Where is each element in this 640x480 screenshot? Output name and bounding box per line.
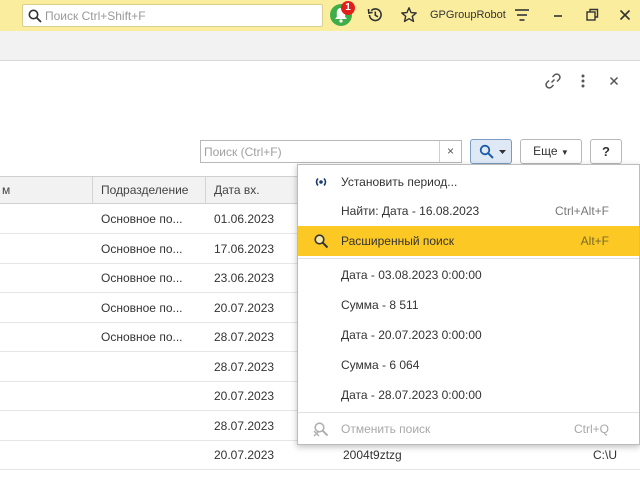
menu-item-history[interactable]: Дата - 03.08.2023 0:00:00: [298, 260, 639, 290]
list-search-input[interactable]: Поиск (Ctrl+F) ×: [200, 140, 462, 163]
cell-date: 01.06.2023: [214, 212, 275, 226]
clear-search-button[interactable]: ×: [439, 141, 461, 162]
cell-division: Основное по...: [101, 300, 183, 315]
history-icon[interactable]: [366, 6, 384, 24]
menu-item-cancel-search[interactable]: Отменить поиск Ctrl+Q: [298, 414, 639, 444]
menu-item-shortcut: Ctrl+Q: [573, 422, 609, 436]
column-header[interactable]: Дата вх.: [214, 183, 260, 197]
menu-item-find-date[interactable]: Найти: Дата - 16.08.2023 Ctrl+Alt+F: [298, 196, 639, 226]
close-form-icon[interactable]: [605, 72, 623, 90]
advanced-search-icon: [314, 234, 329, 249]
menu-item-label: Сумма - 8 511: [341, 298, 419, 312]
chevron-down-icon: ▼: [560, 148, 569, 157]
column-header[interactable]: м: [2, 183, 10, 197]
cancel-search-icon: [313, 422, 329, 437]
search-icon: [479, 144, 494, 159]
table-row[interactable]: 20.07.2023 2004t9ztzg C:\U: [0, 441, 640, 470]
cell-number: 2004t9ztzg: [343, 448, 402, 462]
global-search-input[interactable]: Поиск Ctrl+Shift+F: [22, 4, 323, 27]
more-vertical-icon[interactable]: [574, 72, 592, 90]
cell-division: Основное по...: [101, 271, 183, 285]
more-button[interactable]: Еще ▼: [520, 139, 582, 164]
cell-path: C:\U: [593, 448, 617, 462]
menu-item-set-period[interactable]: Установить период...: [298, 167, 639, 197]
table-row[interactable]: 28.07.20232007f3ab42C:\U: [0, 471, 640, 480]
menu-separator: [298, 412, 639, 413]
cell-date: 20.07.2023: [214, 448, 275, 462]
link-icon[interactable]: [544, 72, 562, 90]
cell-date: 28.07.2023: [214, 418, 275, 433]
column-header[interactable]: Подразделение: [101, 183, 188, 197]
menu-item-history[interactable]: Дата - 28.07.2023 0:00:00: [298, 380, 639, 410]
cell-date: 17.06.2023: [214, 241, 275, 256]
restore-icon[interactable]: [583, 6, 601, 24]
menu-item-label: Отменить поиск: [341, 422, 431, 436]
section-bar: [0, 31, 640, 61]
star-icon[interactable]: [400, 6, 418, 24]
chevron-down-icon: [499, 150, 506, 154]
cell-date: 20.07.2023: [214, 300, 275, 315]
list-search-placeholder: Поиск (Ctrl+F): [204, 145, 282, 159]
search-options-button[interactable]: [470, 139, 512, 164]
minimize-icon[interactable]: [549, 6, 567, 24]
more-button-label: Еще: [533, 144, 558, 158]
menu-item-shortcut: Alt+F: [580, 234, 609, 248]
user-name[interactable]: GPGroupRobot: [430, 9, 506, 21]
menu-item-history[interactable]: Дата - 20.07.2023 0:00:00: [298, 320, 639, 350]
notification-badge: 1: [341, 1, 355, 15]
global-search-placeholder: Поиск Ctrl+Shift+F: [45, 9, 146, 23]
menu-item-label: Дата - 03.08.2023 0:00:00: [341, 268, 482, 282]
menu-lines-icon[interactable]: [513, 6, 531, 24]
search-dropdown-menu: Установить период... Найти: Дата - 16.08…: [297, 164, 640, 445]
cell-date: 20.07.2023: [214, 389, 275, 403]
menu-item-label: Дата - 28.07.2023 0:00:00: [341, 388, 482, 402]
search-icon: [28, 9, 42, 23]
menu-item-advanced-search[interactable]: Расширенный поиск Alt+F: [298, 226, 639, 256]
broadcast-icon: [315, 177, 327, 187]
cell-division: Основное по...: [101, 241, 183, 256]
help-button[interactable]: ?: [590, 139, 622, 164]
notifications-button[interactable]: 1: [330, 1, 355, 26]
cell-division: Основное по...: [101, 330, 183, 344]
menu-item-history[interactable]: Сумма - 8 511: [298, 290, 639, 320]
cell-date: 28.07.2023: [214, 359, 275, 374]
top-bar: Поиск Ctrl+Shift+F 1 GPGroupRobot: [0, 0, 640, 31]
menu-item-label: Расширенный поиск: [341, 234, 454, 248]
menu-item-shortcut: Ctrl+Alt+F: [554, 204, 609, 218]
close-window-icon[interactable]: [616, 6, 634, 24]
menu-item-label: Дата - 20.07.2023 0:00:00: [341, 328, 482, 342]
menu-separator: [298, 258, 639, 259]
menu-item-label: Сумма - 6 064: [341, 358, 420, 372]
menu-item-history[interactable]: Сумма - 6 064: [298, 350, 639, 380]
cell-date: 28.07.2023: [214, 330, 275, 344]
menu-item-label: Установить период...: [341, 175, 458, 189]
cell-division: Основное по...: [101, 212, 183, 226]
menu-item-label: Найти: Дата - 16.08.2023: [341, 204, 480, 218]
cell-date: 23.06.2023: [214, 271, 275, 285]
